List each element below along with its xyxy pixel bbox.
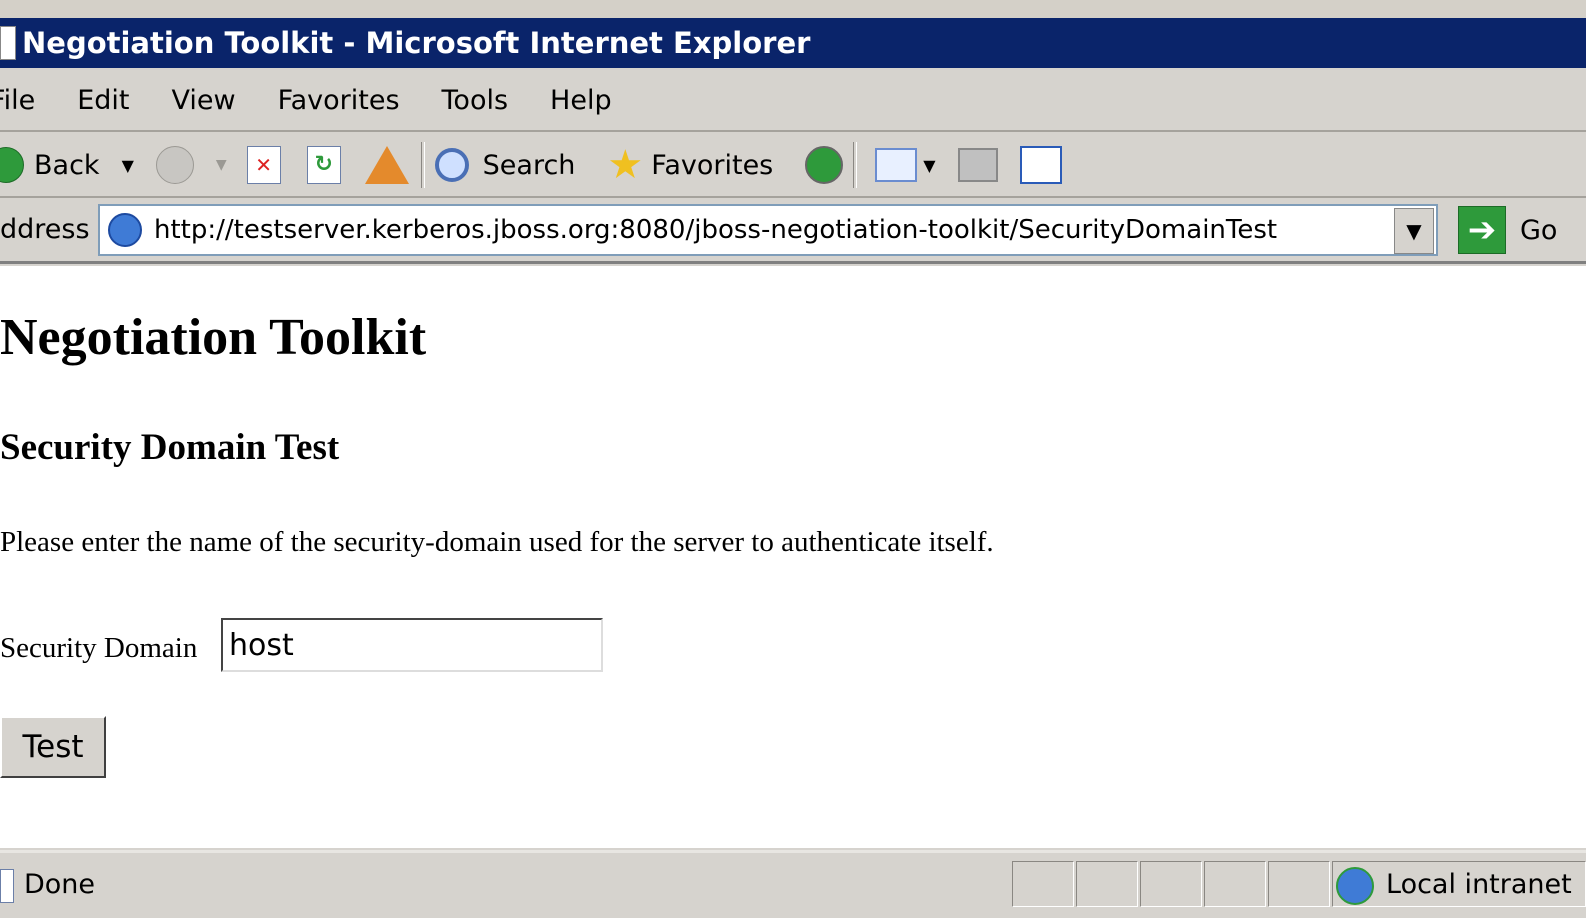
address-bar: ddress http://testserver.kerberos.jboss.…	[0, 200, 1586, 264]
back-button[interactable]: Back	[0, 147, 100, 183]
address-label: ddress	[0, 214, 90, 245]
menu-tools[interactable]: Tools	[442, 85, 509, 116]
status-pane	[1012, 861, 1074, 907]
title-bar: Negotiation Toolkit - Microsoft Internet…	[0, 18, 1586, 68]
back-dropdown-icon[interactable]: ▼	[122, 156, 134, 175]
print-icon[interactable]	[957, 148, 998, 182]
status-page-icon	[0, 869, 14, 903]
security-domain-input[interactable]	[221, 618, 603, 672]
toolbar: Back ▼ ▼ ✕ ↻ Search ★ Favorites ▼	[0, 134, 1586, 198]
page-subtitle: Security Domain Test	[0, 427, 340, 468]
status-pane	[1076, 861, 1138, 907]
ie-page-icon	[108, 213, 142, 247]
search-icon	[434, 148, 469, 182]
page-title: Negotiation Toolkit	[0, 309, 427, 366]
refresh-icon[interactable]: ↻	[306, 146, 341, 184]
page-content: Negotiation Toolkit Security Domain Test…	[0, 266, 1586, 848]
menu-bar: File Edit View Favorites Tools Help	[0, 70, 1586, 132]
test-button[interactable]: Test	[0, 716, 106, 778]
favorites-button[interactable]: ★ Favorites	[607, 145, 773, 185]
star-icon: ★	[607, 142, 644, 188]
menu-edit[interactable]: Edit	[77, 85, 129, 116]
mail-dropdown-icon[interactable]: ▼	[923, 156, 935, 175]
status-pane	[1268, 861, 1330, 907]
menu-file[interactable]: File	[0, 85, 35, 116]
edit-icon[interactable]	[1019, 146, 1062, 184]
go-button[interactable]: ➔ Go	[1458, 206, 1557, 254]
address-input[interactable]: http://testserver.kerberos.jboss.org:808…	[98, 204, 1438, 256]
forward-dropdown-icon[interactable]: ▼	[216, 157, 227, 173]
mail-icon[interactable]	[875, 148, 918, 182]
instructions-text: Please enter the name of the security-do…	[0, 526, 994, 558]
status-text: Done	[24, 869, 96, 900]
favorites-label: Favorites	[651, 149, 774, 181]
search-label: Search	[482, 149, 576, 181]
window-title: Negotiation Toolkit - Microsoft Internet…	[22, 26, 811, 60]
search-button[interactable]: Search	[434, 148, 576, 182]
go-arrow-icon: ➔	[1458, 206, 1506, 254]
back-arrow-icon	[0, 147, 24, 183]
menu-help[interactable]: Help	[550, 85, 612, 116]
status-pane	[1204, 861, 1266, 907]
intranet-zone-icon	[1336, 867, 1374, 905]
menu-favorites[interactable]: Favorites	[278, 85, 400, 116]
menu-view[interactable]: View	[171, 85, 235, 116]
zone-text: Local intranet	[1386, 869, 1572, 900]
history-icon[interactable]	[805, 146, 844, 184]
status-pane	[1140, 861, 1202, 907]
forward-arrow-icon[interactable]	[155, 146, 194, 184]
stop-icon[interactable]: ✕	[246, 146, 281, 184]
document-icon	[0, 26, 16, 60]
home-icon[interactable]	[364, 146, 409, 184]
security-domain-label: Security Domain	[0, 632, 198, 664]
address-url: http://testserver.kerberos.jboss.org:808…	[154, 215, 1278, 245]
toolbar-separator	[420, 142, 425, 188]
back-label: Back	[34, 149, 100, 181]
status-bar: Done Local intranet	[0, 850, 1586, 918]
address-dropdown-button[interactable]: ▼	[1394, 208, 1434, 254]
window-top-edge	[0, 0, 1586, 20]
go-label: Go	[1520, 214, 1558, 246]
toolbar-separator-2	[853, 142, 858, 188]
